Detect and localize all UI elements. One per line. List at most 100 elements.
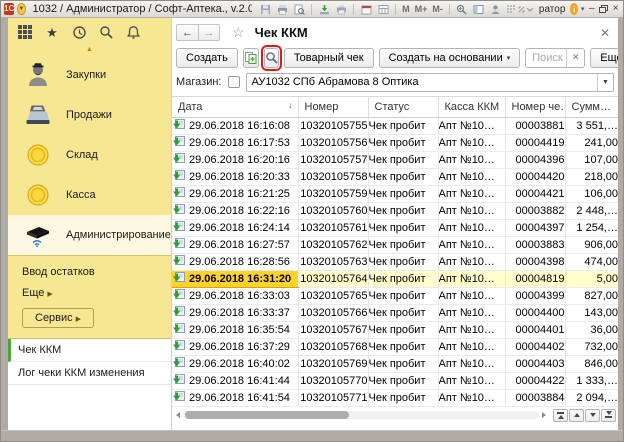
search-placeholder: Поиск (Ctrl+F) <box>526 52 566 64</box>
table-row[interactable]: 29.06.2018 16:22:1610320105760Чек пробит… <box>172 203 618 220</box>
minimize-button[interactable]: – <box>587 3 596 16</box>
form-toolbar: Создать Товарный чек Создать на основани… <box>172 45 618 70</box>
table-header-row: Дата↓ Номер Статус Касса ККМ Номер че… С… <box>172 97 618 118</box>
sidebar-tool-icons: ★ <box>8 18 171 44</box>
calculator-icon[interactable] <box>376 2 390 16</box>
table-row[interactable]: 29.06.2018 16:41:5410320105771Чек пробит… <box>172 390 618 407</box>
table-row[interactable]: 29.06.2018 16:31:2010320105764Чек пробит… <box>172 271 618 288</box>
table-row[interactable]: 29.06.2018 16:40:0210320105769Чек пробит… <box>172 356 618 373</box>
scroll-right-icon[interactable] <box>542 412 546 418</box>
store-checkbox[interactable] <box>228 76 240 88</box>
window-body: ★ ▲ Закупки Продажи Склад <box>1 18 623 430</box>
menu-grid-icon[interactable] <box>16 23 34 41</box>
sidebar-item-sklad[interactable]: Склад <box>8 135 171 175</box>
create-copy-button[interactable] <box>243 48 259 68</box>
notifications-bell-icon[interactable] <box>124 23 142 41</box>
sidebar-item-administrirovanie[interactable]: Администрирование <box>8 215 171 255</box>
print-icon[interactable] <box>275 2 289 16</box>
column-header-status[interactable]: Статус <box>368 97 438 118</box>
panels-icon[interactable] <box>472 2 486 16</box>
scrollbar-track[interactable] <box>183 411 539 419</box>
document-posted-icon <box>172 357 185 371</box>
create-based-on-button[interactable]: Создать на основании <box>379 48 521 68</box>
column-header-number[interactable]: Номер <box>298 97 368 118</box>
close-form-icon[interactable]: ✕ <box>598 26 612 40</box>
table-row[interactable]: 29.06.2018 16:20:1610320105757Чек пробит… <box>172 152 618 169</box>
back-button[interactable]: ← <box>176 24 198 41</box>
row-down-button[interactable] <box>585 409 600 422</box>
history-icon[interactable] <box>70 23 88 41</box>
main-menu-button[interactable]: ▼ <box>17 3 25 15</box>
window-frame-left <box>1 18 8 430</box>
memory-m-minus-button[interactable]: M- <box>431 4 444 14</box>
column-header-check-no[interactable]: Номер че… <box>505 97 565 118</box>
table-row[interactable]: 29.06.2018 16:21:2510320105759Чек пробит… <box>172 186 618 203</box>
go-first-row-button[interactable] <box>553 409 568 422</box>
scroll-left-icon[interactable] <box>176 412 180 418</box>
table-row[interactable]: 29.06.2018 16:37:2910320105768Чек пробит… <box>172 339 618 356</box>
table-row[interactable]: 29.06.2018 16:24:1410320105761Чек пробит… <box>172 220 618 237</box>
document-posted-icon <box>172 187 185 201</box>
search-input[interactable]: Поиск (Ctrl+F) ✕ <box>525 48 585 68</box>
table-row[interactable]: 29.06.2018 16:17:5310320105756Чек пробит… <box>172 135 618 152</box>
combo-dropdown-icon[interactable]: ▼ <box>597 74 613 91</box>
zoom-icon[interactable] <box>455 2 469 16</box>
memory-m-button[interactable]: M <box>401 4 411 14</box>
column-header-sum[interactable]: Сумм… <box>565 97 618 118</box>
table-row[interactable]: 29.06.2018 16:16:0810320105755Чек пробит… <box>172 118 618 135</box>
go-last-row-button[interactable] <box>601 409 616 422</box>
search-icon[interactable] <box>97 23 115 41</box>
user-icon[interactable] <box>489 2 503 16</box>
save-icon[interactable] <box>258 2 272 16</box>
sidebar: ★ ▲ Закупки Продажи Склад <box>8 18 171 430</box>
sidebar-item-kassa[interactable]: Касса <box>8 175 171 215</box>
coin-icon <box>22 143 54 167</box>
table-row[interactable]: 29.06.2018 16:27:5710320105762Чек пробит… <box>172 237 618 254</box>
service-button[interactable]: Сервис▶ <box>22 308 94 328</box>
scrollbar-thumb[interactable] <box>185 411 349 419</box>
sidebar-item-prodazhi[interactable]: Продажи <box>8 95 171 135</box>
export-icon[interactable] <box>334 2 348 16</box>
info-icon[interactable] <box>570 3 578 15</box>
table-row[interactable]: 29.06.2018 16:33:0310320105765Чек пробит… <box>172 288 618 305</box>
app-window: 1С ▼ 1032 / Администратор / Софт-Аптека.… <box>0 0 624 442</box>
table-row[interactable]: 29.06.2018 16:33:3710320105766Чек пробит… <box>172 305 618 322</box>
restore-button[interactable] <box>599 3 608 16</box>
sidebar-list-item-chek-kkm[interactable]: Чек ККМ <box>8 339 171 362</box>
forward-button[interactable]: → <box>198 24 220 41</box>
triangle-up-icon <box>574 413 580 417</box>
column-header-kassa[interactable]: Касса ККМ <box>438 97 505 118</box>
print-preview-icon[interactable] <box>292 2 306 16</box>
document-posted-icon <box>172 221 185 235</box>
import-icon[interactable] <box>317 2 331 16</box>
window-title: 1032 / Администратор / Софт-Аптека., v.2… <box>33 3 253 15</box>
table-row[interactable]: 29.06.2018 16:28:5610320105763Чек пробит… <box>172 254 618 271</box>
sidebar-item-label: Касса <box>66 189 96 201</box>
table-row[interactable]: 29.06.2018 16:35:5410320105767Чек пробит… <box>172 322 618 339</box>
find-button[interactable] <box>264 48 279 68</box>
sidebar-collapse-arrow-icon[interactable]: ▲ <box>8 44 171 55</box>
sidebar-more-link[interactable]: Еще▶ <box>22 287 53 299</box>
enter-balances-link[interactable]: Ввод остатков <box>22 266 95 278</box>
sidebar-item-zakupki[interactable]: Закупки <box>8 55 171 95</box>
close-window-button[interactable]: × <box>611 3 620 16</box>
calendar-icon[interactable] <box>359 2 373 16</box>
store-combobox[interactable]: АУ1032 СПб Абрамова 8 Оптика ▼ <box>246 73 615 92</box>
table-row[interactable]: 29.06.2018 16:20:3310320105758Чек пробит… <box>172 169 618 186</box>
memory-m-plus-button[interactable]: M+ <box>414 4 429 14</box>
row-up-button[interactable] <box>569 409 584 422</box>
sidebar-list-item-log-cheki[interactable]: Лог чеки ККМ изменения <box>8 362 171 385</box>
favorite-star-icon[interactable]: ☆ <box>232 24 245 41</box>
document-posted-icon <box>172 374 185 388</box>
info-dropdown-caret-icon[interactable]: ▾ <box>581 5 585 13</box>
triangle-down-icon <box>606 411 612 415</box>
create-button[interactable]: Создать <box>176 48 238 68</box>
documents-table: Дата↓ Номер Статус Касса ККМ Номер че… С… <box>172 96 618 407</box>
row-navigation-buttons <box>553 409 616 422</box>
favorites-star-icon[interactable]: ★ <box>43 23 61 41</box>
goods-receipt-button[interactable]: Товарный чек <box>284 48 374 68</box>
table-row[interactable]: 29.06.2018 16:41:4410320105770Чек пробит… <box>172 373 618 390</box>
column-header-date[interactable]: Дата↓ <box>172 97 298 118</box>
clear-search-icon[interactable]: ✕ <box>566 49 584 67</box>
document-posted-icon <box>172 119 185 133</box>
